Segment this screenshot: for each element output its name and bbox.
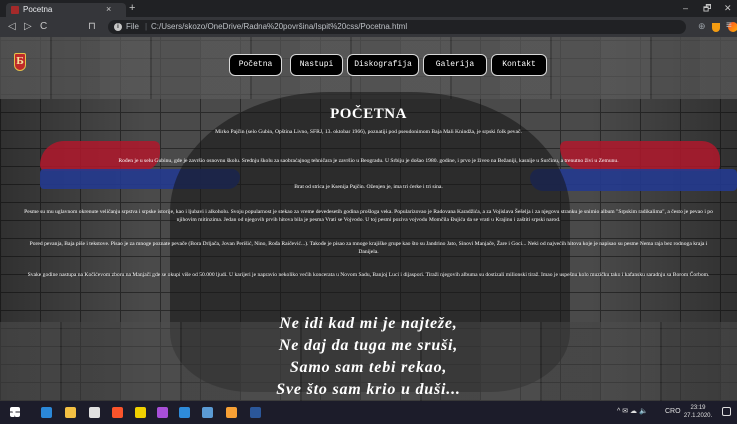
nav-label: Početna	[238, 60, 273, 69]
nav-label: Kontakt	[502, 60, 536, 69]
mail-icon[interactable]	[89, 407, 100, 418]
zoom-icon[interactable]: ⊕	[698, 20, 706, 32]
nav-galerija[interactable]: Galerija	[423, 54, 487, 76]
back-icon[interactable]: ◁	[8, 20, 16, 33]
page-favicon-icon	[11, 6, 19, 14]
lyric-line: Ne idi kad mi je najteže,	[279, 315, 458, 332]
restore-icon[interactable]: 🗗	[703, 2, 711, 14]
lyric-line: Samo sam tebi rekao,	[289, 359, 448, 376]
url-scheme: File	[126, 22, 139, 31]
brave-browser-icon[interactable]	[112, 407, 123, 418]
nav-pocetna[interactable]: Početna	[229, 54, 282, 76]
nav-nastupi[interactable]: Nastupi	[290, 54, 343, 76]
minimize-icon[interactable]: –	[683, 2, 688, 14]
lyric-line: Sve što sam krio u duši...	[276, 381, 461, 398]
bio-paragraph: Svake godine nastupa na Kočićevom zboru …	[27, 272, 710, 278]
flag-red-stripe-right	[560, 141, 720, 171]
close-window-icon[interactable]: ✕	[724, 2, 732, 14]
taskbar-clock[interactable]: 23:19 27.1.2020.	[683, 404, 713, 420]
bio-paragraph: Brat od strica je Ksenija Pajčin. Oženje…	[294, 184, 443, 190]
clock-date: 27.1.2020.	[683, 413, 713, 419]
browser-toolbar: ◁ ▷ C ⊓ i File | C:/Users/skozo/OneDrive…	[0, 17, 737, 37]
nav-kontakt[interactable]: Kontakt	[491, 54, 547, 76]
nav-label: Galerija	[435, 60, 475, 69]
new-tab-button[interactable]: +	[129, 2, 135, 14]
nav-label: Nastupi	[299, 60, 334, 69]
bookmark-icon[interactable]: ⊓	[88, 20, 96, 33]
address-bar[interactable]: i File | C:/Users/skozo/OneDrive/Radna%2…	[108, 20, 737, 34]
tab-title: Pocetna	[23, 5, 53, 14]
browser-tab-bar: Pocetna × + – 🗗 ✕	[0, 0, 737, 17]
url-separator: |	[145, 22, 148, 31]
lightning-app-icon[interactable]	[135, 407, 146, 418]
word-icon[interactable]	[250, 407, 261, 418]
browser-tab[interactable]: Pocetna ×	[6, 3, 126, 17]
nav-label: Diskografija	[354, 60, 412, 69]
tab-close-icon[interactable]: ×	[106, 3, 111, 15]
site-logo[interactable]: Б	[14, 53, 26, 71]
bio-paragraph: Pesme su mu uglavnom okrenute veličanju …	[24, 209, 713, 223]
notepad-app-icon[interactable]	[226, 407, 237, 418]
info-icon[interactable]: i	[114, 23, 122, 31]
vscode-icon[interactable]	[179, 407, 190, 418]
visual-studio-icon[interactable]	[157, 407, 168, 418]
input-language[interactable]: CRO	[665, 407, 681, 417]
url-text[interactable]: C:/Users/skozo/OneDrive/Radna%20površina…	[151, 21, 407, 33]
windows-taskbar: ^ ✉ ☁ 🔈 CRO 23:19 27.1.2020.	[0, 401, 737, 424]
brave-shield-icon[interactable]	[712, 23, 720, 32]
web-page: Б Početna Nastupi Diskografija Galerija …	[0, 37, 737, 401]
nav-diskografija[interactable]: Diskografija	[347, 54, 419, 76]
reload-icon[interactable]: C	[40, 20, 47, 33]
page-title: POČETNA	[330, 106, 407, 122]
bio-paragraph: Rođen je u selu Gubinu, gde je završio o…	[118, 158, 619, 164]
task-view-icon[interactable]	[41, 407, 52, 418]
browser-menu-icon[interactable]: ≡	[726, 20, 732, 32]
bio-paragraph: Mirko Pajčin (selo Gubin, Opština Livno,…	[215, 129, 522, 135]
tray-icons[interactable]: ^ ✉ ☁ 🔈	[617, 407, 648, 417]
lyric-line: Ne daj da tuga me sruši,	[278, 337, 459, 354]
clock-time: 23:19	[690, 405, 706, 411]
flag-red-stripe-left	[40, 141, 160, 171]
forward-icon[interactable]: ▷	[24, 20, 32, 33]
windows-start-icon[interactable]	[10, 407, 20, 417]
file-explorer-icon[interactable]	[65, 407, 76, 418]
wifi-app-icon[interactable]	[202, 407, 213, 418]
notifications-icon[interactable]	[722, 407, 731, 416]
bio-paragraph: Pored pevanja, Baja piše i tekstove. Pis…	[29, 241, 708, 255]
